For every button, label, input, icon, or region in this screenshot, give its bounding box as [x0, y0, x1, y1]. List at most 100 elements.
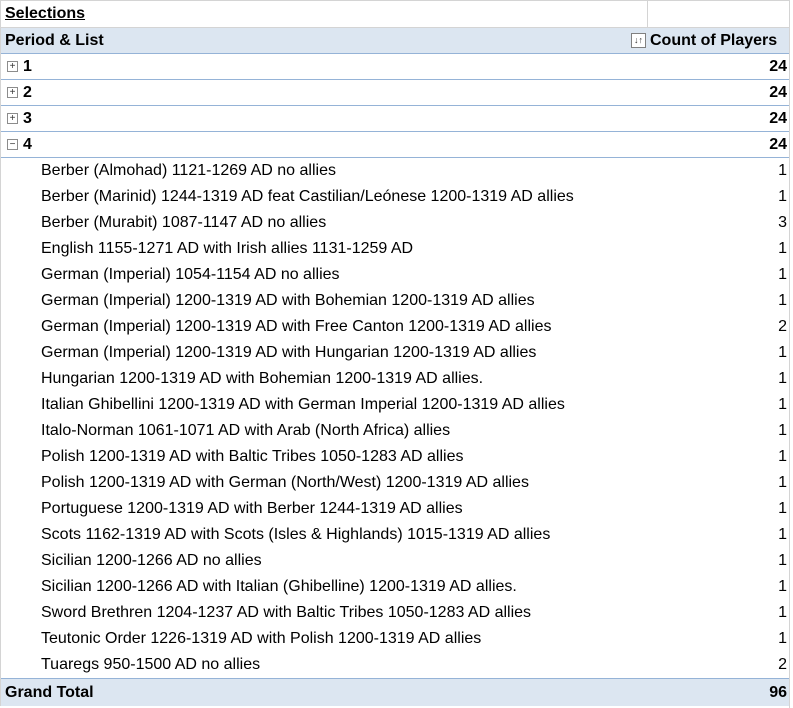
detail-label: Sicilian 1200-1266 AD no allies [41, 552, 262, 569]
detail-count-cell[interactable]: 1 [648, 548, 790, 574]
value-header[interactable]: ↓↑ Count of Players [631, 28, 790, 53]
group-row: +2 24 [1, 80, 790, 106]
grand-total-value-cell[interactable]: 96 [648, 679, 790, 706]
detail-label-cell[interactable]: German (Imperial) 1200-1319 AD with Bohe… [1, 288, 648, 314]
detail-label-cell[interactable]: Tuaregs 950-1500 AD no allies [1, 652, 648, 678]
detail-count: 2 [778, 318, 787, 335]
detail-row: English 1155-1271 AD with Irish allies 1… [1, 236, 790, 262]
detail-label-cell[interactable]: Scots 1162-1319 AD with Scots (Isles & H… [1, 522, 648, 548]
detail-label-cell[interactable]: Polish 1200-1319 AD with Baltic Tribes 1… [1, 444, 648, 470]
detail-row: Sicilian 1200-1266 AD no allies 1 [1, 548, 790, 574]
detail-label-cell[interactable]: German (Imperial) 1200-1319 AD with Free… [1, 314, 648, 340]
detail-label-cell[interactable]: Italo-Norman 1061-1071 AD with Arab (Nor… [1, 418, 648, 444]
detail-row: Berber (Almohad) 1121-1269 AD no allies 1 [1, 158, 790, 184]
detail-count-cell[interactable]: 1 [648, 236, 790, 262]
detail-count-cell[interactable]: 2 [648, 652, 790, 678]
detail-count: 1 [778, 162, 787, 179]
group-label-cell[interactable]: +2 [1, 80, 648, 105]
row-label-header[interactable]: Period & List [1, 28, 648, 53]
group-count: 24 [769, 109, 787, 127]
group-label-cell[interactable]: +3 [1, 106, 648, 131]
detail-count-cell[interactable]: 1 [648, 522, 790, 548]
detail-count-cell[interactable]: 1 [648, 574, 790, 600]
detail-row: Italo-Norman 1061-1071 AD with Arab (Nor… [1, 418, 790, 444]
grand-total-value: 96 [769, 683, 787, 701]
detail-row: Sicilian 1200-1266 AD with Italian (Ghib… [1, 574, 790, 600]
detail-count-cell[interactable]: 1 [648, 262, 790, 288]
pivot-title: Selections [5, 5, 86, 22]
detail-label-cell[interactable]: Sword Brethren 1204-1237 AD with Baltic … [1, 600, 648, 626]
group-count: 24 [769, 83, 787, 101]
detail-label-cell[interactable]: Hungarian 1200-1319 AD with Bohemian 120… [1, 366, 648, 392]
detail-count-cell[interactable]: 1 [648, 418, 790, 444]
grand-total-row: Grand Total 96 [1, 678, 790, 706]
grand-total-label-cell[interactable]: Grand Total [1, 679, 648, 706]
detail-label-cell[interactable]: German (Imperial) 1054-1154 AD no allies [1, 262, 648, 288]
title-cell[interactable]: Selections [1, 1, 648, 27]
group-count-cell[interactable]: 24 [648, 106, 790, 131]
detail-row: German (Imperial) 1200-1319 AD with Free… [1, 314, 790, 340]
detail-row: Scots 1162-1319 AD with Scots (Isles & H… [1, 522, 790, 548]
detail-count: 1 [778, 344, 787, 361]
value-header-text: Count of Players [650, 31, 778, 49]
detail-count-cell[interactable]: 1 [648, 366, 790, 392]
detail-count: 1 [778, 266, 787, 283]
detail-label-cell[interactable]: Sicilian 1200-1266 AD no allies [1, 548, 648, 574]
expand-icon[interactable]: + [7, 87, 18, 98]
group-label: 3 [23, 109, 32, 127]
expand-icon[interactable]: + [7, 61, 18, 72]
detail-label: Italian Ghibellini 1200-1319 AD with Ger… [41, 396, 565, 413]
group-label-cell[interactable]: +1 [1, 54, 648, 79]
empty-cell[interactable] [648, 1, 790, 27]
groups: +1 24 +2 24 +3 24−4 24 Berber (Almohad) 1121-12… [1, 54, 790, 678]
detail-label-cell[interactable]: Portuguese 1200-1319 AD with Berber 1244… [1, 496, 648, 522]
detail-count-cell[interactable]: 1 [648, 496, 790, 522]
expand-icon[interactable]: + [7, 113, 18, 124]
detail-label: German (Imperial) 1200-1319 AD with Hung… [41, 344, 537, 361]
detail-count-cell[interactable]: 1 [648, 288, 790, 314]
detail-label-cell[interactable]: Italian Ghibellini 1200-1319 AD with Ger… [1, 392, 648, 418]
detail-label: Berber (Almohad) 1121-1269 AD no allies [41, 162, 336, 179]
detail-count: 3 [778, 214, 787, 231]
detail-row: German (Imperial) 1054-1154 AD no allies… [1, 262, 790, 288]
detail-label: Portuguese 1200-1319 AD with Berber 1244… [41, 500, 463, 517]
detail-row: Polish 1200-1319 AD with German (North/W… [1, 470, 790, 496]
detail-label-cell[interactable]: Polish 1200-1319 AD with German (North/W… [1, 470, 648, 496]
detail-count-cell[interactable]: 1 [648, 340, 790, 366]
detail-label: Sword Brethren 1204-1237 AD with Baltic … [41, 604, 532, 621]
detail-label-cell[interactable]: English 1155-1271 AD with Irish allies 1… [1, 236, 648, 262]
group-count-cell[interactable]: 24 [648, 80, 790, 105]
detail-row: Hungarian 1200-1319 AD with Bohemian 120… [1, 366, 790, 392]
detail-count-cell[interactable]: 3 [648, 210, 790, 236]
detail-count-cell[interactable]: 2 [648, 314, 790, 340]
detail-row: Portuguese 1200-1319 AD with Berber 1244… [1, 496, 790, 522]
detail-count: 1 [778, 526, 787, 543]
detail-count-cell[interactable]: 1 [648, 158, 790, 184]
detail-label-cell[interactable]: Sicilian 1200-1266 AD with Italian (Ghib… [1, 574, 648, 600]
detail-label-cell[interactable]: Berber (Marinid) 1244-1319 AD feat Casti… [1, 184, 648, 210]
detail-count-cell[interactable]: 1 [648, 470, 790, 496]
detail-count: 1 [778, 188, 787, 205]
detail-count-cell[interactable]: 1 [648, 444, 790, 470]
detail-row: Berber (Marinid) 1244-1319 AD feat Casti… [1, 184, 790, 210]
detail-label-cell[interactable]: Berber (Murabit) 1087-1147 AD no allies [1, 210, 648, 236]
group-count-cell[interactable]: 24 [648, 54, 790, 79]
detail-count: 1 [778, 370, 787, 387]
sort-filter-icon[interactable]: ↓↑ [631, 33, 646, 48]
detail-label-cell[interactable]: Berber (Almohad) 1121-1269 AD no allies [1, 158, 648, 184]
detail-count: 1 [778, 500, 787, 517]
collapse-icon[interactable]: − [7, 139, 18, 150]
detail-count: 1 [778, 578, 787, 595]
title-row: Selections [1, 0, 790, 28]
detail-count: 1 [778, 422, 787, 439]
group-label-cell[interactable]: −4 [1, 132, 648, 157]
detail-count-cell[interactable]: 1 [648, 600, 790, 626]
detail-label-cell[interactable]: German (Imperial) 1200-1319 AD with Hung… [1, 340, 648, 366]
detail-count: 1 [778, 604, 787, 621]
group-count-cell[interactable]: 24 [648, 132, 790, 157]
detail-count-cell[interactable]: 1 [648, 184, 790, 210]
detail-count-cell[interactable]: 1 [648, 392, 790, 418]
group-label: 1 [23, 57, 32, 75]
detail-label-cell[interactable]: Teutonic Order 1226-1319 AD with Polish … [1, 626, 648, 652]
detail-count-cell[interactable]: 1 [648, 626, 790, 652]
